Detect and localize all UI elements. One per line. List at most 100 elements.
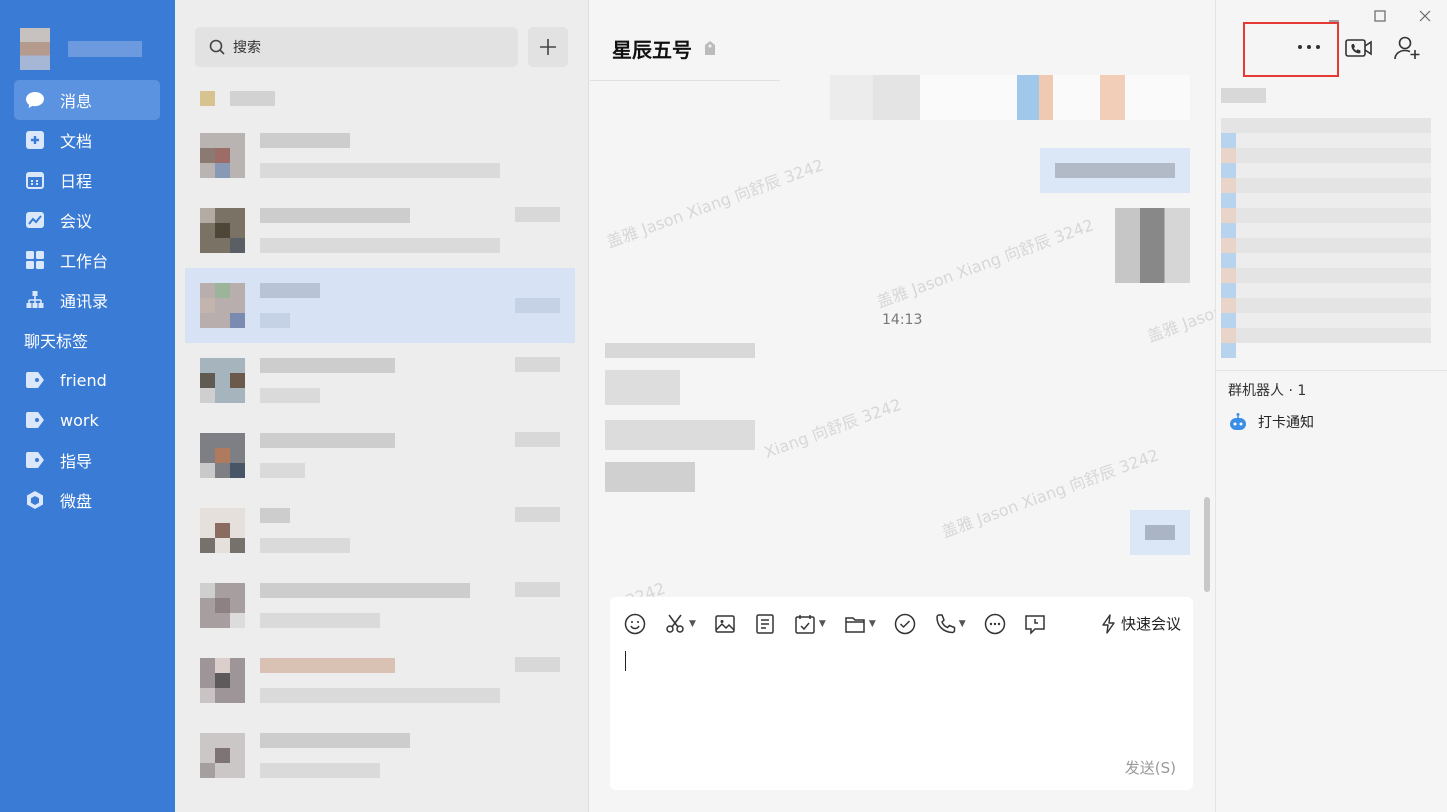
sidebar-item-messages[interactable]: 消息 [14, 80, 160, 120]
avatar [200, 208, 245, 253]
tag-icon [24, 449, 46, 471]
smile-icon [624, 613, 646, 635]
avatar[interactable] [20, 28, 50, 70]
scrollbar[interactable] [1204, 497, 1210, 592]
list-item[interactable] [185, 718, 575, 793]
list-item[interactable] [185, 568, 575, 643]
robot-item[interactable]: 打卡通知 [1228, 412, 1314, 432]
quick-meeting-button[interactable]: 快速会议 [1101, 613, 1181, 634]
sidebar-item-label: 微盘 [60, 492, 93, 511]
search-input[interactable]: 搜索 [195, 27, 518, 67]
sidebar-tag-work[interactable]: work [14, 400, 160, 440]
composer-toolbar: ▼ ▼ ▼ ▼ [624, 611, 1064, 637]
sidebar-item-contacts[interactable]: 通讯录 [14, 280, 160, 320]
highlight-box [1243, 22, 1339, 77]
list-item[interactable] [185, 643, 575, 718]
avatar [200, 90, 215, 106]
sidebar-tag-friend[interactable]: friend [14, 360, 160, 400]
todo-button[interactable] [894, 611, 916, 637]
sidebar: 消息 文档 日程 会议 工作台 通讯录 聊天标签 friend work 指导 … [0, 0, 175, 812]
calendar-icon [24, 169, 46, 191]
lightning-icon [1102, 613, 1115, 634]
check-circle-icon [894, 613, 916, 635]
scissors-icon [666, 614, 684, 633]
list-item[interactable] [185, 343, 575, 418]
sidebar-item-label: 日程 [60, 172, 93, 191]
call-button[interactable] [1345, 34, 1373, 62]
maximize-button[interactable] [1370, 8, 1390, 24]
document-icon [24, 129, 46, 151]
sidebar-item-meetings[interactable]: 会议 [14, 200, 160, 240]
more-button[interactable] [984, 611, 1006, 637]
chevron-down-icon[interactable]: ▼ [869, 619, 876, 629]
tag-icon [704, 37, 716, 61]
sidebar-item-label: work [60, 410, 99, 430]
chevron-down-icon[interactable]: ▼ [959, 619, 966, 629]
list-item[interactable] [185, 268, 575, 343]
schedule-button[interactable]: ▼ [794, 611, 826, 637]
list-item[interactable] [185, 493, 575, 568]
list-item[interactable] [185, 193, 575, 268]
watermark: Xiang 向舒辰 3242 [761, 394, 904, 463]
send-button[interactable]: 发送(S) [1125, 757, 1176, 778]
document-button[interactable] [754, 611, 776, 637]
sidebar-item-label: 通讯录 [60, 292, 109, 311]
chat-area: 星辰五号 盖雅 Jason Xiang 向舒辰 3242 盖雅 Jason Xi… [590, 0, 1226, 812]
file-button[interactable]: ▼ [844, 611, 876, 637]
image-icon [715, 615, 735, 633]
message-timestamp: 14:13 [882, 312, 923, 328]
avatar [200, 433, 245, 478]
divider [1216, 370, 1447, 371]
sidebar-item-label: 工作台 [60, 252, 109, 271]
user-profile[interactable] [20, 28, 142, 70]
add-button[interactable] [528, 27, 568, 67]
user-name-blurred [68, 41, 142, 57]
add-member-button[interactable] [1394, 34, 1422, 62]
member-list-blurred[interactable] [1221, 88, 1441, 358]
watermark: 盖雅 Jason Xiang 向舒辰 3242 [604, 155, 827, 252]
message-composer[interactable]: ▼ ▼ ▼ ▼ 快速会议 发送(S) [610, 597, 1193, 790]
watermark: 盖雅 Jason Xiang 向舒辰 3242 [939, 445, 1162, 542]
phone-icon [936, 614, 956, 634]
avatar [200, 358, 245, 403]
chevron-down-icon[interactable]: ▼ [689, 619, 696, 629]
divider [590, 80, 780, 81]
list-item[interactable] [185, 78, 575, 118]
conversation-list [185, 78, 575, 793]
sidebar-item-label: 文档 [60, 132, 93, 151]
add-user-icon [1394, 36, 1420, 60]
image-button[interactable] [714, 611, 736, 637]
chat-tags-section-title: 聊天标签 [24, 332, 89, 351]
sidebar-item-label: 消息 [60, 92, 93, 111]
emoji-button[interactable] [624, 611, 646, 637]
chat-bubble-icon [24, 89, 46, 111]
conversation-list-pane: 搜索 [175, 0, 589, 812]
sidebar-item-disk[interactable]: 微盘 [14, 480, 160, 520]
sidebar-item-workbench[interactable]: 工作台 [14, 240, 160, 280]
screenshot-button[interactable]: ▼ [664, 611, 696, 637]
close-icon [1419, 10, 1431, 22]
page-title: 星辰五号 [612, 38, 692, 62]
org-chart-icon [24, 289, 46, 311]
message-bubble-blurred[interactable] [605, 370, 680, 405]
message-history-button[interactable] [1024, 611, 1046, 637]
plus-icon [540, 39, 556, 55]
list-item[interactable] [185, 118, 575, 193]
avatar [200, 658, 245, 703]
list-item[interactable] [185, 418, 575, 493]
sidebar-item-documents[interactable]: 文档 [14, 120, 160, 160]
sidebar-item-label: friend [60, 370, 107, 390]
sidebar-item-calendar[interactable]: 日程 [14, 160, 160, 200]
message-bubble-blurred[interactable] [605, 420, 755, 450]
calendar-check-icon [795, 615, 815, 634]
chevron-down-icon[interactable]: ▼ [819, 619, 826, 629]
call-button[interactable]: ▼ [934, 611, 966, 637]
search-placeholder: 搜索 [233, 40, 261, 56]
close-button[interactable] [1415, 8, 1435, 24]
document-icon [756, 614, 774, 634]
sidebar-tag-guide[interactable]: 指导 [14, 440, 160, 480]
image-blurred[interactable] [1115, 208, 1190, 283]
message-bubble-blurred[interactable] [605, 462, 695, 492]
sidebar-item-label: 会议 [60, 212, 93, 231]
message-bubble-blurred [830, 75, 1190, 120]
